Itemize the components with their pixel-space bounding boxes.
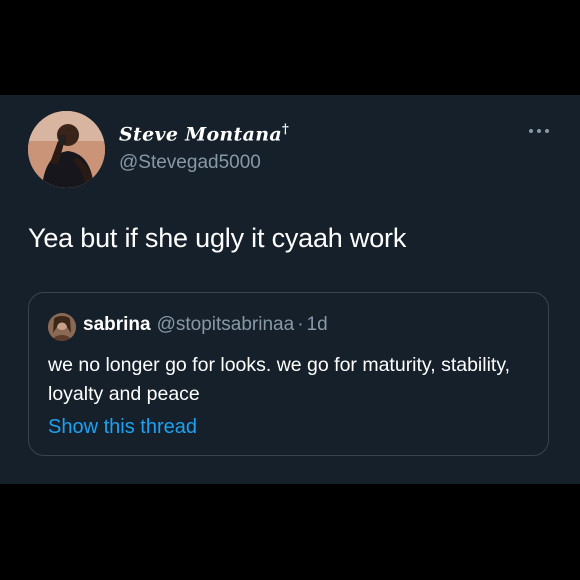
quoted-tweet-header: sabrina @stopitsabrinaa · 1d: [83, 314, 328, 336]
more-options-button[interactable]: [524, 121, 554, 141]
author-name-text: Steve Montana: [119, 123, 282, 146]
ellipsis-icon: [529, 129, 549, 133]
quoted-author-avatar[interactable]: [48, 313, 76, 341]
quoted-author-handle[interactable]: @stopitsabrinaa: [157, 314, 295, 335]
tweet-card: Steve Montana† @Stevegad5000 Yea but if …: [0, 95, 580, 484]
author-avatar[interactable]: [28, 111, 105, 188]
author-badge: †: [281, 122, 290, 137]
profile-photo-icon: [28, 111, 105, 188]
show-thread-link[interactable]: Show this thread: [48, 416, 197, 439]
author-display-name[interactable]: Steve Montana†: [119, 122, 289, 145]
tweet-text: Yea but if she ugly it cyaah work: [28, 223, 407, 253]
author-handle[interactable]: @Stevegad5000: [119, 152, 261, 174]
quoted-author-name[interactable]: sabrina: [83, 314, 151, 335]
quoted-tweet-timestamp[interactable]: 1d: [307, 314, 328, 335]
quoted-tweet[interactable]: sabrina @stopitsabrinaa · 1d we no longer g…: [28, 292, 549, 456]
quoted-tweet-text: we no longer go for looks. we go for mat…: [48, 354, 511, 405]
header-separator: ·: [297, 314, 304, 335]
profile-photo-icon: [48, 313, 76, 341]
